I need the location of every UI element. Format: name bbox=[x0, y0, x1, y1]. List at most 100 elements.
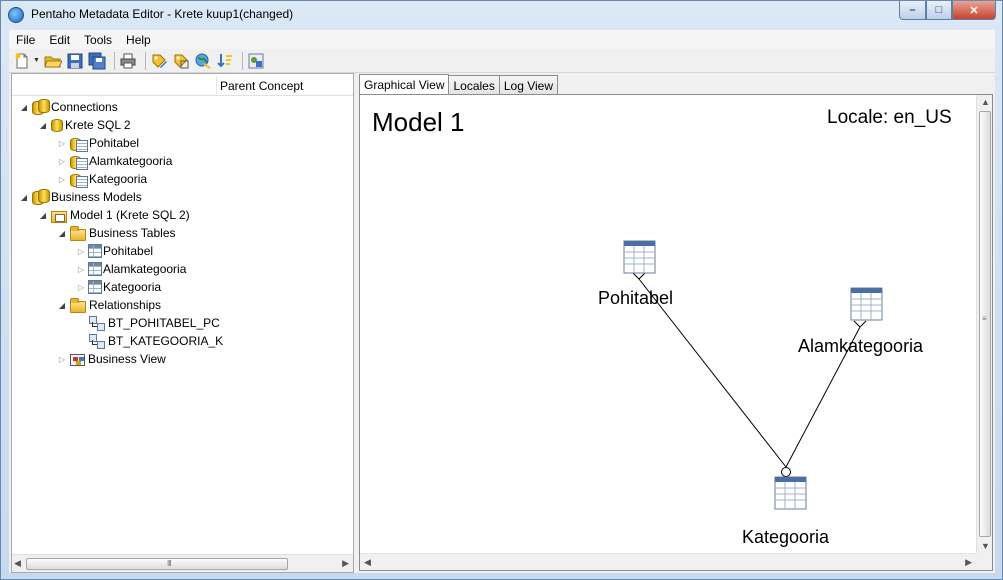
tree-item-business-view[interactable]: ▷ Business View bbox=[56, 350, 166, 368]
tree-item-label: Alamkategooria bbox=[89, 154, 173, 168]
tree-item-bt-kategooria[interactable]: ▷ Kategooria bbox=[75, 278, 161, 296]
scroll-left-arrow-icon[interactable]: ◀ bbox=[364, 557, 371, 568]
print-icon[interactable] bbox=[119, 52, 137, 70]
tree-item-label: Pohitabel bbox=[103, 244, 154, 258]
scrollbar-thumb[interactable]: ≡ bbox=[979, 111, 991, 537]
tree-item-model-1[interactable]: ◢ Model 1 (Krete SQL 2) bbox=[37, 206, 190, 224]
tree-item-label: Business View bbox=[88, 352, 166, 366]
collapsed-arrow-icon[interactable]: ▷ bbox=[56, 139, 68, 148]
scroll-up-arrow-icon[interactable]: ▲ bbox=[981, 97, 990, 107]
tree-item-label: Model 1 (Krete SQL 2) bbox=[70, 208, 190, 222]
menu-help[interactable]: Help bbox=[119, 33, 158, 47]
table-node-pohitabel-icon[interactable] bbox=[623, 240, 656, 274]
scroll-right-arrow-icon[interactable]: ▶ bbox=[342, 558, 349, 569]
save-all-icon[interactable] bbox=[88, 52, 106, 70]
table-node-kategooria-icon[interactable] bbox=[774, 476, 807, 510]
canvas-horizontal-scrollbar[interactable]: ◀ ▶ bbox=[360, 553, 976, 570]
editor-panel: Graphical View Locales Log View Model 1 … bbox=[357, 73, 995, 573]
tree-item-label: Relationships bbox=[89, 298, 162, 312]
collapsed-arrow-icon[interactable]: ▷ bbox=[75, 265, 87, 274]
tree-item-db-alamkategooria[interactable]: ▷ Alamkategooria bbox=[56, 152, 172, 170]
tree-item-business-models[interactable]: ◢ Business Models bbox=[18, 188, 142, 206]
crows-foot-icon bbox=[632, 272, 640, 280]
tree-item-business-tables[interactable]: ◢ Business Tables bbox=[56, 224, 176, 242]
tree-item-db-kategooria[interactable]: ▷ Kategooria bbox=[56, 170, 147, 188]
table-node-alamkategooria-icon[interactable] bbox=[850, 287, 883, 321]
concept-editor-icon[interactable] bbox=[172, 52, 190, 70]
tree-item-relationship-kategooria[interactable]: BT_KATEGOORIA_K bbox=[87, 332, 223, 350]
canvas-vertical-scrollbar[interactable]: ▲ ≡ ▼ bbox=[976, 95, 992, 553]
tree-item-label: Business Tables bbox=[89, 226, 176, 240]
folder-icon bbox=[70, 225, 86, 241]
close-button[interactable]: ✕ bbox=[952, 1, 996, 20]
tab-locales[interactable]: Locales bbox=[448, 75, 500, 95]
collapsed-arrow-icon[interactable]: ▷ bbox=[56, 355, 68, 364]
new-file-icon[interactable] bbox=[13, 52, 31, 70]
database-icon bbox=[51, 118, 63, 132]
databases-icon bbox=[32, 99, 50, 115]
expanded-arrow-icon[interactable]: ◢ bbox=[18, 103, 30, 112]
business-model-icon bbox=[51, 210, 67, 223]
table-label-alamkategooria[interactable]: Alamkategooria bbox=[798, 336, 923, 357]
new-dropdown-arrow-icon[interactable]: ▼ bbox=[33, 57, 40, 64]
menu-edit[interactable]: Edit bbox=[42, 33, 77, 47]
expanded-arrow-icon[interactable]: ◢ bbox=[18, 193, 30, 202]
edit-concept-icon[interactable] bbox=[150, 52, 168, 70]
title-bar[interactable]: Pentaho Metadata Editor - Krete kuup1(ch… bbox=[1, 1, 1002, 29]
databases-icon bbox=[32, 189, 50, 205]
tree-item-relationships[interactable]: ◢ Relationships bbox=[56, 296, 161, 314]
scrollbar-grip-icon: III bbox=[167, 559, 172, 568]
maximize-button[interactable]: □ bbox=[926, 1, 952, 20]
graphical-view-canvas[interactable]: Model 1 Locale: en_US Pohitabel Alamkate… bbox=[359, 94, 993, 571]
table-label-pohitabel[interactable]: Pohitabel bbox=[598, 288, 673, 309]
locale-icon[interactable] bbox=[194, 52, 212, 70]
collapsed-arrow-icon[interactable]: ▷ bbox=[56, 157, 68, 166]
collapsed-arrow-icon[interactable]: ▷ bbox=[56, 175, 68, 184]
table-label-kategooria[interactable]: Kategooria bbox=[742, 527, 829, 548]
column-separator[interactable] bbox=[216, 76, 217, 94]
menu-tools[interactable]: Tools bbox=[77, 33, 119, 47]
database-table-icon bbox=[70, 171, 88, 188]
scroll-right-arrow-icon[interactable]: ▶ bbox=[965, 557, 972, 568]
tree-item-krete-sql-2[interactable]: ◢ Krete SQL 2 bbox=[37, 116, 131, 134]
tree-item-label: Pohitabel bbox=[89, 136, 140, 150]
expanded-arrow-icon[interactable]: ◢ bbox=[56, 229, 68, 238]
expanded-arrow-icon[interactable]: ◢ bbox=[37, 121, 49, 130]
expanded-arrow-icon[interactable]: ◢ bbox=[37, 211, 49, 220]
tree-item-bt-alamkategooria[interactable]: ▷ Alamkategooria bbox=[75, 260, 186, 278]
open-folder-icon[interactable] bbox=[44, 52, 63, 70]
tree-item-connections[interactable]: ◢ Connections bbox=[18, 98, 118, 116]
scroll-left-arrow-icon[interactable]: ◀ bbox=[14, 558, 21, 569]
tree-item-label: BT_KATEGOORIA_K bbox=[108, 334, 224, 348]
tree-horizontal-scrollbar[interactable]: ◀ III ▶ bbox=[12, 554, 353, 572]
table-icon bbox=[88, 244, 102, 258]
tree-item-label: Alamkategooria bbox=[103, 262, 187, 276]
crows-foot-icon bbox=[638, 272, 646, 280]
collapsed-arrow-icon[interactable]: ▷ bbox=[75, 247, 87, 256]
window-controls: – □ ✕ bbox=[899, 1, 996, 20]
tree-item-label: Connections bbox=[51, 100, 118, 114]
tab-log-view[interactable]: Log View bbox=[498, 75, 559, 95]
save-icon[interactable] bbox=[66, 52, 84, 70]
minimize-button[interactable]: – bbox=[899, 1, 926, 20]
crows-foot-icon bbox=[859, 320, 867, 328]
expanded-arrow-icon[interactable]: ◢ bbox=[56, 301, 68, 310]
scrollbar-thumb[interactable]: III bbox=[26, 558, 288, 570]
tree-item-label: Business Models bbox=[51, 190, 142, 204]
tree-item-db-pohitabel[interactable]: ▷ Pohitabel bbox=[56, 134, 139, 152]
relationship-cardinality-icon bbox=[781, 467, 791, 477]
security-icon[interactable] bbox=[247, 52, 265, 70]
scrollbar-grip-icon: ≡ bbox=[982, 314, 987, 323]
sort-icon[interactable] bbox=[216, 52, 234, 70]
parent-concept-column-header[interactable]: Parent Concept bbox=[220, 79, 303, 93]
tree-item-label: Krete SQL 2 bbox=[65, 118, 131, 132]
collapsed-arrow-icon[interactable]: ▷ bbox=[75, 283, 87, 292]
toolbar: ▼ bbox=[9, 49, 995, 73]
tab-graphical-view[interactable]: Graphical View bbox=[359, 74, 450, 96]
scroll-down-arrow-icon[interactable]: ▼ bbox=[981, 541, 990, 551]
tree-item-relationship-pohitabel[interactable]: BT_POHITABEL_PC bbox=[87, 314, 220, 332]
tree-header: Parent Concept bbox=[12, 74, 353, 96]
tree-item-bt-pohitabel[interactable]: ▷ Pohitabel bbox=[75, 242, 153, 260]
menu-file[interactable]: File bbox=[9, 33, 42, 47]
metadata-tree: ◢ Connections ◢ Krete SQL 2 ▷ Pohitabel … bbox=[12, 98, 353, 553]
